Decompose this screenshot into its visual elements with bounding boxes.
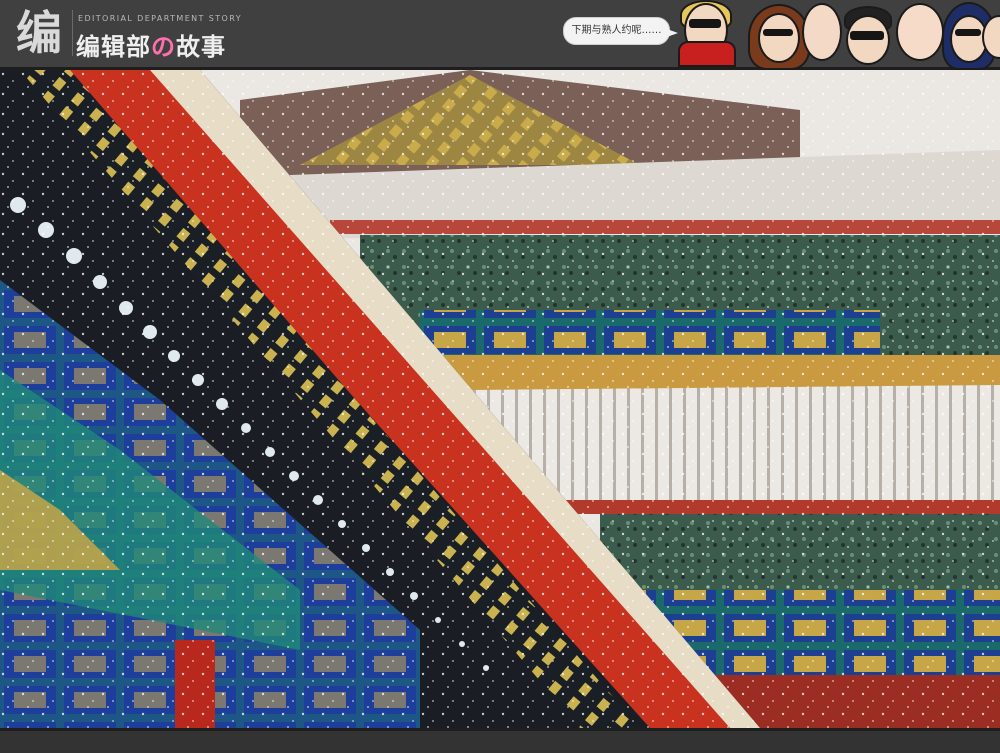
logo-subtitle: EDITORIAL DEPARTMENT STORY xyxy=(78,14,242,23)
logo-divider xyxy=(72,10,73,56)
character-2-face-icon xyxy=(758,13,800,63)
logo-title-no: の xyxy=(151,33,176,61)
page-footer-bar xyxy=(0,728,1000,753)
speech-bubble: 下期与熟人约呢…… xyxy=(563,17,670,45)
character-2-glasses-icon xyxy=(763,29,793,36)
character-5-face-icon xyxy=(896,3,944,61)
character-4-face-icon xyxy=(846,15,890,65)
logo-title[interactable]: 编辑部の故事 xyxy=(76,27,226,62)
logo-title-part2: 故事 xyxy=(176,33,226,61)
photo-illustration xyxy=(0,70,1000,728)
character-6-glasses-icon xyxy=(955,29,981,36)
character-3-face-icon xyxy=(802,3,842,61)
cartoon-characters xyxy=(676,0,1000,70)
falling-snow xyxy=(0,70,1000,728)
logo-title-part1: 编辑部 xyxy=(76,33,151,61)
site-header: 编 EDITORIAL DEPARTMENT STORY 编辑部の故事 下期与熟… xyxy=(0,0,1000,70)
logo-mark[interactable]: 编 xyxy=(8,6,70,60)
character-1-glasses-icon xyxy=(689,19,721,28)
main-photo xyxy=(0,70,1000,728)
character-4-glasses-icon xyxy=(850,31,884,40)
character-1-scarf-icon xyxy=(678,41,736,67)
